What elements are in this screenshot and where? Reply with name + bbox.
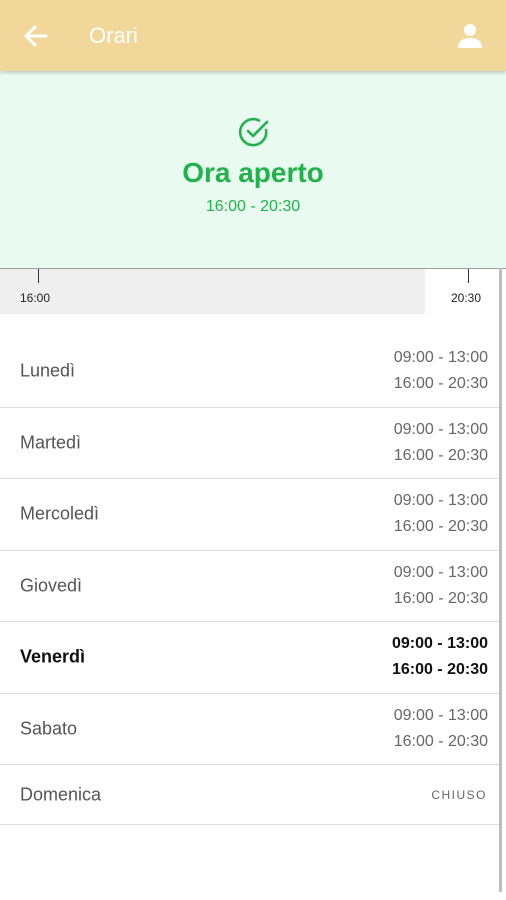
arrow-left-icon[interactable] <box>20 22 50 50</box>
afternoon-slot: 16:00 - 20:30 <box>393 518 488 536</box>
closed-label: CHIUSO <box>431 787 487 802</box>
status-headline: Ora aperto <box>182 157 324 188</box>
morning-slot: 09:00 - 13:00 <box>393 420 488 438</box>
end-tick <box>468 269 469 283</box>
day-hours: 09:00 - 13:00 16:00 - 20:30 <box>394 488 488 540</box>
morning-slot: 09:00 - 13:00 <box>393 349 488 367</box>
morning-slot: 09:00 - 13:00 <box>393 492 488 510</box>
day-name: Domenica <box>20 784 102 804</box>
day-name: Venerdì <box>20 646 86 667</box>
person-icon[interactable] <box>454 20 486 52</box>
time-progress: 16:00 20:30 <box>0 268 506 314</box>
day-name: Sabato <box>20 718 78 739</box>
day-hours: 09:00 - 13:00 16:00 - 20:30 <box>394 703 488 755</box>
end-label: 20:30 <box>451 291 482 305</box>
open-status-panel: Ora aperto 16:00 - 20:30 <box>0 71 506 268</box>
morning-slot: 09:00 - 13:00 <box>393 563 488 581</box>
scrollbar[interactable] <box>499 268 502 892</box>
day-hours: 09:00 - 13:00 16:00 - 20:30 <box>394 417 488 469</box>
afternoon-slot: 16:00 - 20:30 <box>393 589 488 607</box>
list-item-today: Venerdì 09:00 - 13:00 16:00 - 20:30 <box>0 622 500 694</box>
afternoon-slot: 16:00 - 20:30 <box>391 661 488 679</box>
day-name: Lunedì <box>20 360 76 381</box>
day-hours: 09:00 - 13:00 16:00 - 20:30 <box>394 345 488 397</box>
page-title: Orari <box>89 23 138 48</box>
day-hours: 09:00 - 13:00 16:00 - 20:30 <box>394 560 488 612</box>
list-item: Domenica CHIUSO <box>0 765 500 825</box>
day-hours: 09:00 - 13:00 16:00 - 20:30 <box>392 631 488 683</box>
app-bar: Orari <box>0 0 506 71</box>
start-tick <box>38 269 39 283</box>
status-range: 16:00 - 20:30 <box>205 198 301 215</box>
afternoon-slot: 16:00 - 20:30 <box>393 732 488 750</box>
list-item: Mercoledì 09:00 - 13:00 16:00 - 20:30 <box>0 479 500 551</box>
time-progress-fill <box>0 269 425 314</box>
day-name: Mercoledì <box>20 503 100 524</box>
check-circle-icon <box>237 115 271 149</box>
list-item: Giovedì 09:00 - 13:00 16:00 - 20:30 <box>0 551 500 622</box>
morning-slot: 09:00 - 13:00 <box>391 635 488 653</box>
list-item: Sabato 09:00 - 13:00 16:00 - 20:30 <box>0 694 500 765</box>
list-item: Lunedì 09:00 - 13:00 16:00 - 20:30 <box>0 336 500 408</box>
day-name: Giovedì <box>20 575 83 596</box>
weekly-hours-list: Lunedì 09:00 - 13:00 16:00 - 20:30 Marte… <box>0 336 500 825</box>
afternoon-slot: 16:00 - 20:30 <box>393 375 488 393</box>
morning-slot: 09:00 - 13:00 <box>393 706 488 724</box>
start-label: 16:00 <box>20 291 51 305</box>
day-name: Martedì <box>20 432 82 453</box>
list-item: Martedì 09:00 - 13:00 16:00 - 20:30 <box>0 408 500 479</box>
afternoon-slot: 16:00 - 20:30 <box>393 446 488 464</box>
